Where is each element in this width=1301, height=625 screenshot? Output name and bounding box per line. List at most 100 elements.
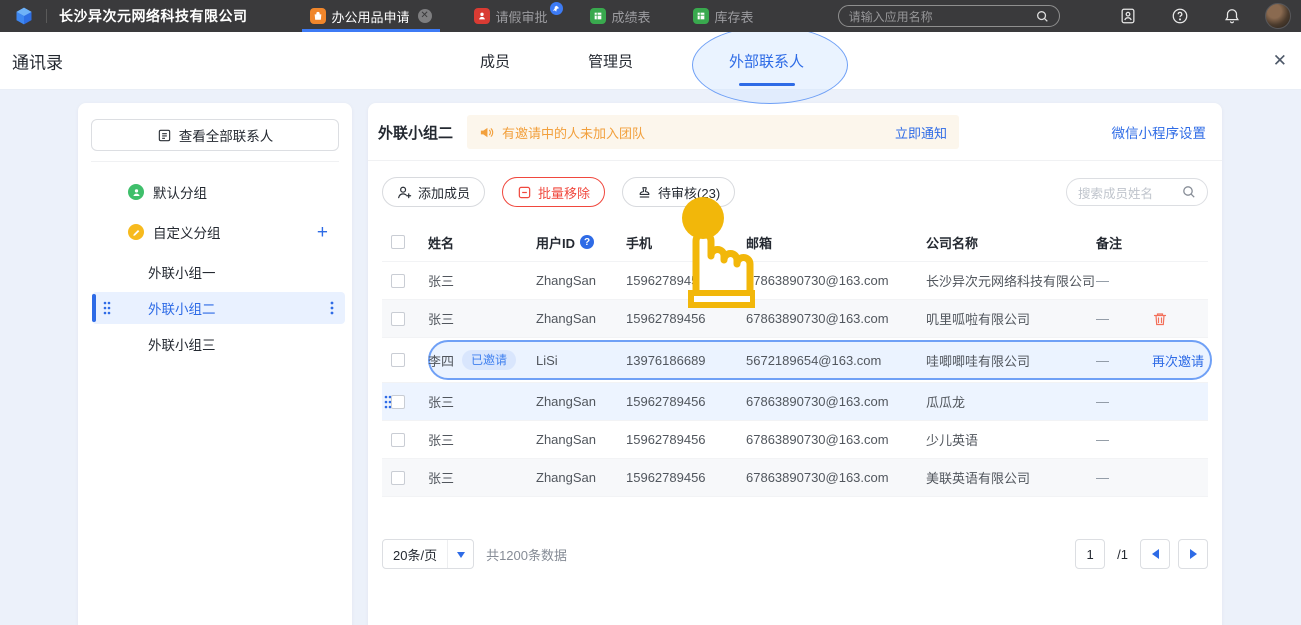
add-group-icon[interactable]: + [317,223,328,242]
search-icon [1182,185,1196,199]
sidebar-item-subgroup-2[interactable]: 外联小组二 [92,292,345,324]
group-label: 默认分组 [153,182,207,202]
cell-remark: — [1096,353,1152,368]
cell-user-id: LiSi [536,353,626,368]
app-tab-leave-approval[interactable]: 请假审批 [474,0,548,32]
cell-company: 长沙异次元网络科技有限公司 [926,271,1096,290]
batch-remove-button[interactable]: 批量移除 [502,177,605,207]
table-header-row: 姓名 用户ID? 手机 邮箱 公司名称 备注 [382,223,1208,262]
view-all-contacts-button[interactable]: 查看全部联系人 [91,119,339,151]
app-tab-label: 请假审批 [496,7,548,26]
row-checkbox[interactable] [391,395,405,409]
app-logo-icon[interactable] [14,6,34,26]
sidebar-divider [91,161,339,162]
row-checkbox[interactable] [391,433,405,447]
cell-email: 67863890730@163.com [746,470,926,485]
row-checkbox[interactable] [391,471,405,485]
stamp-icon [637,185,652,200]
cell-user-id: ZhangSan [536,394,626,409]
column-phone: 手机 [626,233,746,252]
app-search-input[interactable]: 请输入应用名称 [838,5,1060,27]
drag-handle-icon[interactable] [103,301,111,315]
cell-remark: — [1096,394,1152,409]
cell-name: 张三 [428,271,454,290]
cell-phone: 15962789456 [626,394,746,409]
cell-company: 叽里呱啦有限公司 [926,309,1096,328]
help-icon[interactable] [1171,7,1189,25]
cell-company: 瓜瓜龙 [926,392,1096,411]
cell-phone: 15962789456 [626,311,746,326]
cell-remark: — [1096,432,1152,447]
close-app-tab-icon[interactable]: ✕ [418,9,432,23]
page-size-select[interactable]: 20条/页 [382,539,474,569]
table-row[interactable]: 李四已邀请 LiSi 13976186689 5672189654@163.co… [382,338,1208,383]
topbar: 长沙异次元网络科技有限公司 办公用品申请 ✕ 请假审批 [0,0,1301,32]
sidebar-item-subgroup-1[interactable]: 外联小组一 [92,256,345,288]
row-checkbox[interactable] [391,353,405,367]
wechat-miniprogram-settings-link[interactable]: 微信小程序设置 [1112,122,1209,142]
cell-email: 5672189654@163.com [746,353,926,368]
table-row[interactable]: 张三 ZhangSan 15962789456 67863890730@163.… [382,459,1208,497]
subgroup-label: 外联小组二 [148,298,216,318]
cell-user-id: ZhangSan [536,311,626,326]
app-tab-grades[interactable]: 成绩表 [590,0,651,32]
cell-remark: — [1096,311,1152,326]
user-avatar[interactable] [1265,3,1291,29]
prev-page-button[interactable] [1140,539,1170,569]
select-all-checkbox[interactable] [391,235,405,249]
sidebar-item-custom-group[interactable]: 自定义分组 + [78,212,352,252]
tab-external-contacts[interactable]: 外部联系人 [729,50,804,71]
subgroup-label: 外联小组三 [148,334,216,354]
table-row[interactable]: 张三 ZhangSan 15962789456 67863890730@163.… [382,300,1208,338]
members-panel: 外联小组二 有邀请中的人未加入团队 立即通知 微信小程序设置 添加成员 批量移除… [368,103,1222,625]
reinvite-link[interactable]: 再次邀请 [1152,351,1204,370]
cell-email: 67863890730@163.com [746,311,926,326]
group-title: 外联小组二 [378,122,453,143]
tab-admins[interactable]: 管理员 [588,50,633,71]
search-members-input[interactable]: 搜索成员姓名 [1066,178,1208,206]
page-number-input[interactable]: 1 [1075,539,1105,569]
chevron-down-icon [447,539,473,569]
default-group-icon [128,184,144,200]
column-email: 邮箱 [746,233,926,252]
address-book-icon[interactable] [1119,7,1137,25]
pending-review-button[interactable]: 待审核(23) [622,177,735,207]
app-tab-label: 办公用品申请 [332,7,410,26]
notifications-bell-icon[interactable] [1223,7,1241,25]
sidebar-item-subgroup-3[interactable]: 外联小组三 [92,328,345,360]
invite-notice-bar: 有邀请中的人未加入团队 立即通知 [467,115,959,149]
topbar-actions [1085,3,1301,29]
company-name[interactable]: 长沙异次元网络科技有限公司 [59,6,248,26]
close-icon[interactable]: ✕ [1273,51,1287,71]
members-table: 姓名 用户ID? 手机 邮箱 公司名称 备注 张三 ZhangSan 15962… [382,223,1208,497]
next-page-button[interactable] [1178,539,1208,569]
cell-remark: — [1096,273,1152,288]
cell-email: 67863890730@163.com [746,394,926,409]
contacts-header: 通讯录 成员 管理员 外部联系人 ✕ [0,32,1301,90]
row-checkbox[interactable] [391,274,405,288]
cell-user-id: ZhangSan [536,470,626,485]
cell-phone: 15962789456 [626,470,746,485]
pin-badge-icon [550,2,563,15]
tab-members[interactable]: 成员 [480,50,510,71]
table-row[interactable]: 张三 ZhangSan 15962789456 67863890730@163.… [382,262,1208,300]
add-member-button[interactable]: 添加成员 [382,177,485,207]
custom-group-icon [128,224,144,240]
delete-row-icon[interactable] [1152,311,1168,327]
table-row[interactable]: 张三 ZhangSan 15962789456 67863890730@163.… [382,421,1208,459]
active-app-underline [302,29,440,32]
cell-name: 张三 [428,430,454,449]
cell-user-id: ZhangSan [536,273,626,288]
row-checkbox[interactable] [391,312,405,326]
app-tab-inventory[interactable]: 库存表 [693,0,754,32]
contacts-list-icon [157,128,172,143]
notify-now-link[interactable]: 立即通知 [895,123,947,142]
person-add-icon [397,185,412,200]
table-row[interactable]: 张三 ZhangSan 15962789456 67863890730@163.… [382,383,1208,421]
app-tab-office-supplies[interactable]: 办公用品申请 ✕ [310,0,432,32]
subgroup-menu-icon[interactable] [330,301,334,315]
user-id-help-icon[interactable]: ? [580,235,594,249]
cell-company: 哇唧唧哇有限公司 [926,351,1096,370]
sidebar-item-default-group[interactable]: 默认分组 [78,172,352,212]
column-company: 公司名称 [926,233,1096,252]
